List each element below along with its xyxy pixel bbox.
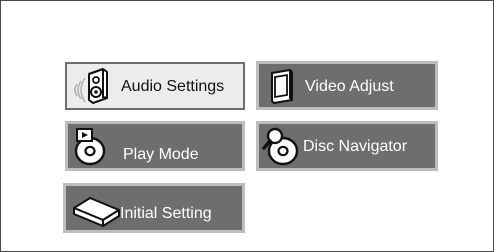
disc-play-icon — [74, 128, 106, 166]
audio-settings-label: Audio Settings — [121, 78, 225, 95]
video-adjust-label: Video Adjust — [305, 78, 394, 95]
disc-navigator-button[interactable]: Disc Navigator — [256, 121, 438, 171]
play-mode-button[interactable]: Play Mode — [65, 121, 245, 171]
monitor-icon — [271, 69, 293, 104]
initial-setting-label: Initial Setting — [120, 205, 212, 222]
initial-setting-button[interactable]: Initial Setting — [63, 183, 245, 233]
video-adjust-button[interactable]: Video Adjust — [256, 61, 438, 110]
disc-search-icon — [262, 127, 299, 166]
settings-box-icon — [73, 197, 120, 227]
speaker-icon — [74, 68, 108, 104]
audio-settings-button[interactable]: Audio Settings — [65, 62, 245, 110]
disc-navigator-label: Disc Navigator — [303, 138, 408, 155]
play-mode-label: Play Mode — [123, 146, 199, 163]
setup-menu-screen: Audio Settings Video Adjust Play Mode Di… — [0, 0, 494, 252]
